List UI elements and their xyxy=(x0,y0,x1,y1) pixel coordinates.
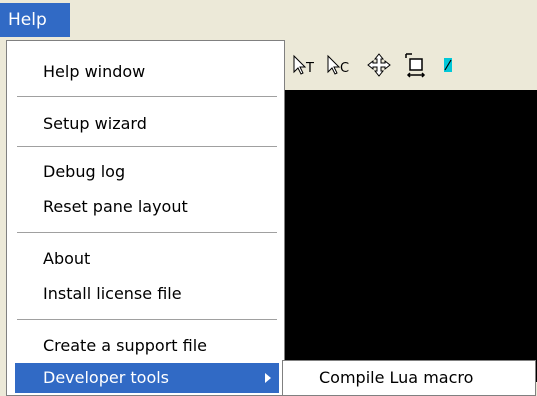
menu-item-label: Create a support file xyxy=(43,336,208,355)
text-select-cursor-icon[interactable]: T xyxy=(292,50,318,80)
menu-item-label: Debug log xyxy=(43,162,126,181)
menu-item-developer-tools[interactable]: Developer tools xyxy=(15,363,279,393)
menu-item-setup-wizard[interactable]: Setup wizard xyxy=(15,109,279,139)
toolbar: T C xyxy=(280,40,537,90)
menu-item-label: Setup wizard xyxy=(43,114,147,133)
menu-item-label: About xyxy=(43,249,91,268)
developer-tools-submenu: Compile Lua macro xyxy=(282,360,536,396)
document-pane[interactable] xyxy=(280,90,537,396)
menu-item-label: Reset pane layout xyxy=(43,197,188,216)
resize-crop-icon[interactable] xyxy=(400,50,430,80)
menu-item-compile-lua-macro[interactable]: Compile Lua macro xyxy=(319,361,473,395)
menu-item-reset-pane-layout[interactable]: Reset pane layout xyxy=(15,192,279,222)
menu-separator xyxy=(17,232,277,233)
move-arrows-icon[interactable] xyxy=(364,50,394,80)
menu-item-install-license-file[interactable]: Install license file xyxy=(15,279,279,309)
comment-select-label: C xyxy=(340,61,349,76)
menu-bar: Help xyxy=(0,0,537,40)
menu-item-debug-log[interactable]: Debug log xyxy=(15,157,279,187)
menu-item-label: Install license file xyxy=(43,284,182,303)
comment-select-cursor-icon[interactable]: C xyxy=(326,50,356,80)
menu-separator xyxy=(17,319,277,320)
menu-item-about[interactable]: About xyxy=(15,244,279,274)
menu-separator xyxy=(17,146,277,147)
submenu-arrow-icon xyxy=(265,373,271,383)
text-select-label: T xyxy=(305,61,314,76)
menu-separator xyxy=(17,96,277,97)
menu-item-label: Help window xyxy=(43,62,146,81)
menu-item-help-window[interactable]: Help window xyxy=(15,57,279,87)
menu-help[interactable]: Help xyxy=(0,3,70,37)
help-dropdown-menu: Help window Setup wizard Debug log Reset… xyxy=(6,40,285,396)
highlight-marker-icon[interactable] xyxy=(440,50,460,80)
menu-item-create-support-file[interactable]: Create a support file xyxy=(15,331,279,361)
menu-item-label: Developer tools xyxy=(43,368,170,387)
